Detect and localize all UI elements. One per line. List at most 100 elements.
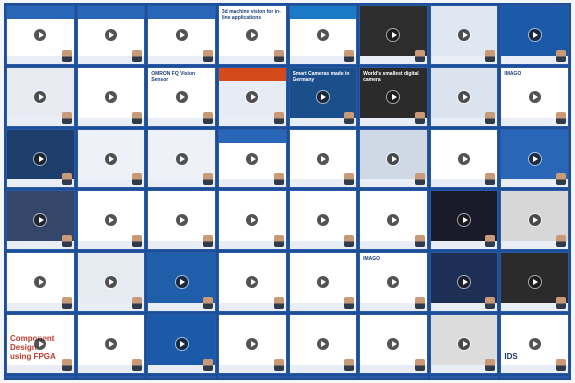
play-icon[interactable] xyxy=(246,28,259,41)
video-thumbnail[interactable] xyxy=(288,252,358,313)
video-thumbnail[interactable] xyxy=(359,314,428,374)
video-thumbnail[interactable] xyxy=(76,252,146,313)
play-icon[interactable] xyxy=(387,214,400,227)
video-thumbnail[interactable] xyxy=(500,375,569,378)
video-thumbnail[interactable] xyxy=(288,314,358,374)
play-icon[interactable] xyxy=(104,338,117,351)
play-icon[interactable] xyxy=(458,28,471,41)
play-icon[interactable] xyxy=(175,28,188,41)
play-icon[interactable] xyxy=(34,276,47,289)
video-thumbnail[interactable] xyxy=(429,66,499,127)
video-thumbnail[interactable] xyxy=(6,375,75,378)
video-thumbnail[interactable]: Smart Cameras made in Germany xyxy=(288,66,358,127)
video-thumbnail[interactable] xyxy=(6,128,75,189)
play-icon[interactable] xyxy=(458,90,471,103)
video-thumbnail[interactable] xyxy=(76,314,146,374)
play-icon[interactable] xyxy=(387,152,400,165)
play-icon[interactable] xyxy=(104,28,117,41)
play-icon[interactable] xyxy=(528,152,541,165)
video-thumbnail[interactable]: World's smallest digital camera xyxy=(359,66,428,127)
video-thumbnail[interactable] xyxy=(359,375,428,378)
play-icon[interactable] xyxy=(316,214,329,227)
play-icon[interactable] xyxy=(316,152,329,165)
video-thumbnail[interactable] xyxy=(217,66,287,127)
video-thumbnail[interactable] xyxy=(147,314,216,374)
play-icon[interactable] xyxy=(387,276,400,289)
video-thumbnail[interactable]: Component Design using FPGA xyxy=(6,314,75,374)
video-thumbnail[interactable] xyxy=(217,375,287,378)
video-thumbnail[interactable] xyxy=(6,190,75,251)
play-icon[interactable] xyxy=(528,90,541,103)
play-icon[interactable] xyxy=(34,90,47,103)
video-thumbnail[interactable] xyxy=(76,66,146,127)
video-thumbnail[interactable] xyxy=(500,252,569,313)
play-icon[interactable] xyxy=(104,214,117,227)
play-icon[interactable] xyxy=(458,276,471,289)
play-icon[interactable] xyxy=(34,28,47,41)
play-icon[interactable] xyxy=(104,152,117,165)
video-thumbnail[interactable] xyxy=(6,252,75,313)
play-icon[interactable] xyxy=(34,214,47,227)
play-icon[interactable] xyxy=(529,376,541,378)
video-thumbnail[interactable]: IDS xyxy=(500,314,569,374)
video-thumbnail[interactable]: Smart Cameras made in Germany xyxy=(288,375,358,378)
video-thumbnail[interactable] xyxy=(217,252,287,313)
play-icon[interactable] xyxy=(34,152,47,165)
video-thumbnail[interactable] xyxy=(76,5,146,65)
play-icon[interactable] xyxy=(458,152,471,165)
play-icon[interactable] xyxy=(246,152,259,165)
play-icon[interactable] xyxy=(528,338,541,351)
video-thumbnail[interactable] xyxy=(429,190,499,251)
play-icon[interactable] xyxy=(246,214,259,227)
play-icon[interactable] xyxy=(175,276,188,289)
video-thumbnail[interactable] xyxy=(288,190,358,251)
play-icon[interactable] xyxy=(528,28,541,41)
video-thumbnail[interactable] xyxy=(288,128,358,189)
play-icon[interactable] xyxy=(458,214,471,227)
video-thumbnail[interactable] xyxy=(147,375,216,378)
play-icon[interactable] xyxy=(105,376,117,378)
video-thumbnail[interactable]: OMRON FQ Vision Sensor xyxy=(147,66,216,127)
video-thumbnail[interactable]: IMAGO xyxy=(359,252,428,313)
play-icon[interactable] xyxy=(316,28,329,41)
video-thumbnail[interactable] xyxy=(76,128,146,189)
video-thumbnail[interactable]: IMAGO xyxy=(500,66,569,127)
play-icon[interactable] xyxy=(175,338,188,351)
video-thumbnail[interactable] xyxy=(288,5,358,65)
play-icon[interactable] xyxy=(387,90,400,103)
play-icon[interactable] xyxy=(317,376,329,378)
video-thumbnail[interactable] xyxy=(6,5,75,65)
video-thumbnail[interactable] xyxy=(147,5,216,65)
play-icon[interactable] xyxy=(387,28,400,41)
play-icon[interactable] xyxy=(458,376,470,378)
video-thumbnail[interactable] xyxy=(429,314,499,374)
play-icon[interactable] xyxy=(246,338,259,351)
play-icon[interactable] xyxy=(104,276,117,289)
play-icon[interactable] xyxy=(34,376,46,378)
video-thumbnail[interactable]: MICROTEC xyxy=(76,375,146,378)
video-thumbnail[interactable] xyxy=(359,128,428,189)
video-thumbnail[interactable] xyxy=(359,5,428,65)
video-thumbnail[interactable] xyxy=(147,252,216,313)
video-thumbnail[interactable] xyxy=(76,190,146,251)
video-thumbnail[interactable] xyxy=(429,252,499,313)
play-icon[interactable] xyxy=(246,276,259,289)
play-icon[interactable] xyxy=(316,90,329,103)
video-thumbnail[interactable] xyxy=(429,5,499,65)
video-thumbnail[interactable] xyxy=(217,190,287,251)
play-icon[interactable] xyxy=(316,276,329,289)
play-icon[interactable] xyxy=(246,376,258,378)
video-thumbnail[interactable] xyxy=(217,128,287,189)
play-icon[interactable] xyxy=(176,376,188,378)
video-thumbnail[interactable] xyxy=(147,128,216,189)
video-thumbnail[interactable] xyxy=(6,66,75,127)
video-thumbnail[interactable] xyxy=(429,375,499,378)
play-icon[interactable] xyxy=(175,152,188,165)
video-thumbnail[interactable] xyxy=(429,128,499,189)
video-thumbnail[interactable] xyxy=(500,128,569,189)
play-icon[interactable] xyxy=(458,338,471,351)
play-icon[interactable] xyxy=(104,90,117,103)
play-icon[interactable] xyxy=(528,214,541,227)
video-thumbnail[interactable] xyxy=(359,190,428,251)
video-thumbnail[interactable] xyxy=(500,190,569,251)
